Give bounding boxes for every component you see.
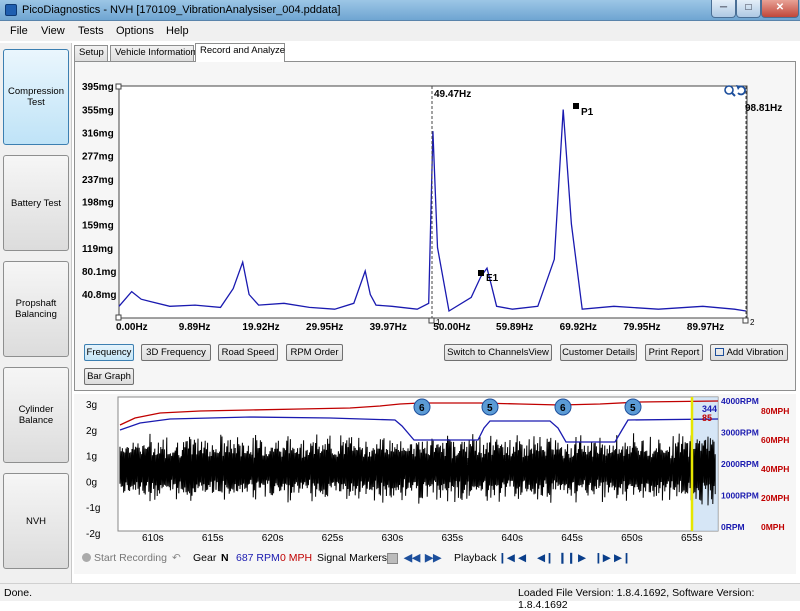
prev-marker-icon[interactable]: ◀◀ bbox=[404, 552, 420, 564]
customer-details-button[interactable]: Customer Details bbox=[560, 344, 637, 361]
forward-icon[interactable]: ❙▶ bbox=[594, 552, 611, 564]
nav-propshaft-balancing[interactable]: Propshaft Balancing bbox=[3, 261, 69, 357]
status-bar: Done. Loaded File Version: 1.8.4.1692, S… bbox=[0, 583, 800, 601]
print-report-button[interactable]: Print Report bbox=[645, 344, 703, 361]
frequency-button[interactable]: Frequency bbox=[84, 344, 134, 361]
switch-channels-button[interactable]: Switch to ChannelsView bbox=[444, 344, 552, 361]
mph-value: 0 MPH bbox=[280, 552, 312, 564]
gear-value: N bbox=[221, 552, 229, 564]
add-vibration-icon bbox=[715, 348, 724, 356]
menu-options[interactable]: Options bbox=[116, 25, 154, 37]
start-recording-label: Start Recording bbox=[94, 552, 167, 564]
play-icon[interactable]: ▶ bbox=[578, 552, 586, 564]
add-vibration-label: Add Vibration bbox=[727, 347, 784, 358]
tab-record-and-analyze[interactable]: Record and Analyze bbox=[195, 43, 285, 62]
3d-frequency-button[interactable]: 3D Frequency bbox=[141, 344, 211, 361]
bar-graph-button[interactable]: Bar Graph bbox=[84, 368, 134, 385]
rpm-order-button[interactable]: RPM Order bbox=[286, 344, 343, 361]
menu-file[interactable]: File bbox=[10, 25, 28, 37]
pause-icon[interactable]: ❙❙ bbox=[558, 552, 576, 564]
status-left: Done. bbox=[4, 587, 32, 599]
add-marker-icon[interactable] bbox=[387, 553, 398, 564]
minimize-button[interactable]: ─ bbox=[711, 0, 736, 18]
playback-label: Playback bbox=[454, 552, 497, 564]
nav-compression-test[interactable]: Compression Test bbox=[3, 49, 69, 145]
menu-bar: File View Tests Options Help bbox=[0, 21, 800, 41]
close-button[interactable]: ✕ bbox=[761, 0, 799, 18]
gear-label: Gear bbox=[193, 552, 216, 564]
signal-markers-label: Signal Markers bbox=[317, 552, 387, 564]
tab-vehicle-information[interactable]: Vehicle Information bbox=[110, 45, 194, 62]
nav-battery-test[interactable]: Battery Test bbox=[3, 155, 69, 251]
road-speed-button[interactable]: Road Speed bbox=[218, 344, 278, 361]
tab-panel bbox=[74, 61, 796, 391]
window-title: PicoDiagnostics - NVH [170109_VibrationA… bbox=[22, 4, 340, 16]
status-right: Loaded File Version: 1.8.4.1692, Softwar… bbox=[518, 587, 800, 611]
nav-nvh[interactable]: NVH bbox=[3, 473, 69, 569]
app-icon bbox=[5, 4, 17, 16]
add-vibration-button[interactable]: Add Vibration bbox=[710, 344, 788, 361]
maximize-button[interactable]: □ bbox=[736, 0, 761, 18]
record-icon bbox=[82, 553, 91, 562]
undo-icon[interactable]: ↶ bbox=[172, 552, 181, 564]
rewind-icon[interactable]: ◀❙ bbox=[537, 552, 554, 564]
menu-tests[interactable]: Tests bbox=[78, 25, 104, 37]
tab-setup[interactable]: Setup bbox=[74, 45, 108, 62]
rpm-value: 687 RPM bbox=[236, 552, 280, 564]
step-back-icon[interactable]: ◀ bbox=[518, 552, 526, 564]
nav-cylinder-balance[interactable]: Cylinder Balance bbox=[3, 367, 69, 463]
next-marker-icon[interactable]: ▶▶ bbox=[425, 552, 441, 564]
start-recording-control[interactable]: Start Recording bbox=[82, 552, 167, 564]
skip-start-icon[interactable]: ❙◀ bbox=[498, 552, 515, 564]
menu-help[interactable]: Help bbox=[166, 25, 189, 37]
title-bar: PicoDiagnostics - NVH [170109_VibrationA… bbox=[0, 0, 800, 21]
time-panel bbox=[74, 394, 796, 574]
menu-view[interactable]: View bbox=[41, 25, 65, 37]
test-nav: Compression Test Battery Test Propshaft … bbox=[0, 43, 72, 583]
skip-end-icon[interactable]: ▶❙ bbox=[614, 552, 631, 564]
